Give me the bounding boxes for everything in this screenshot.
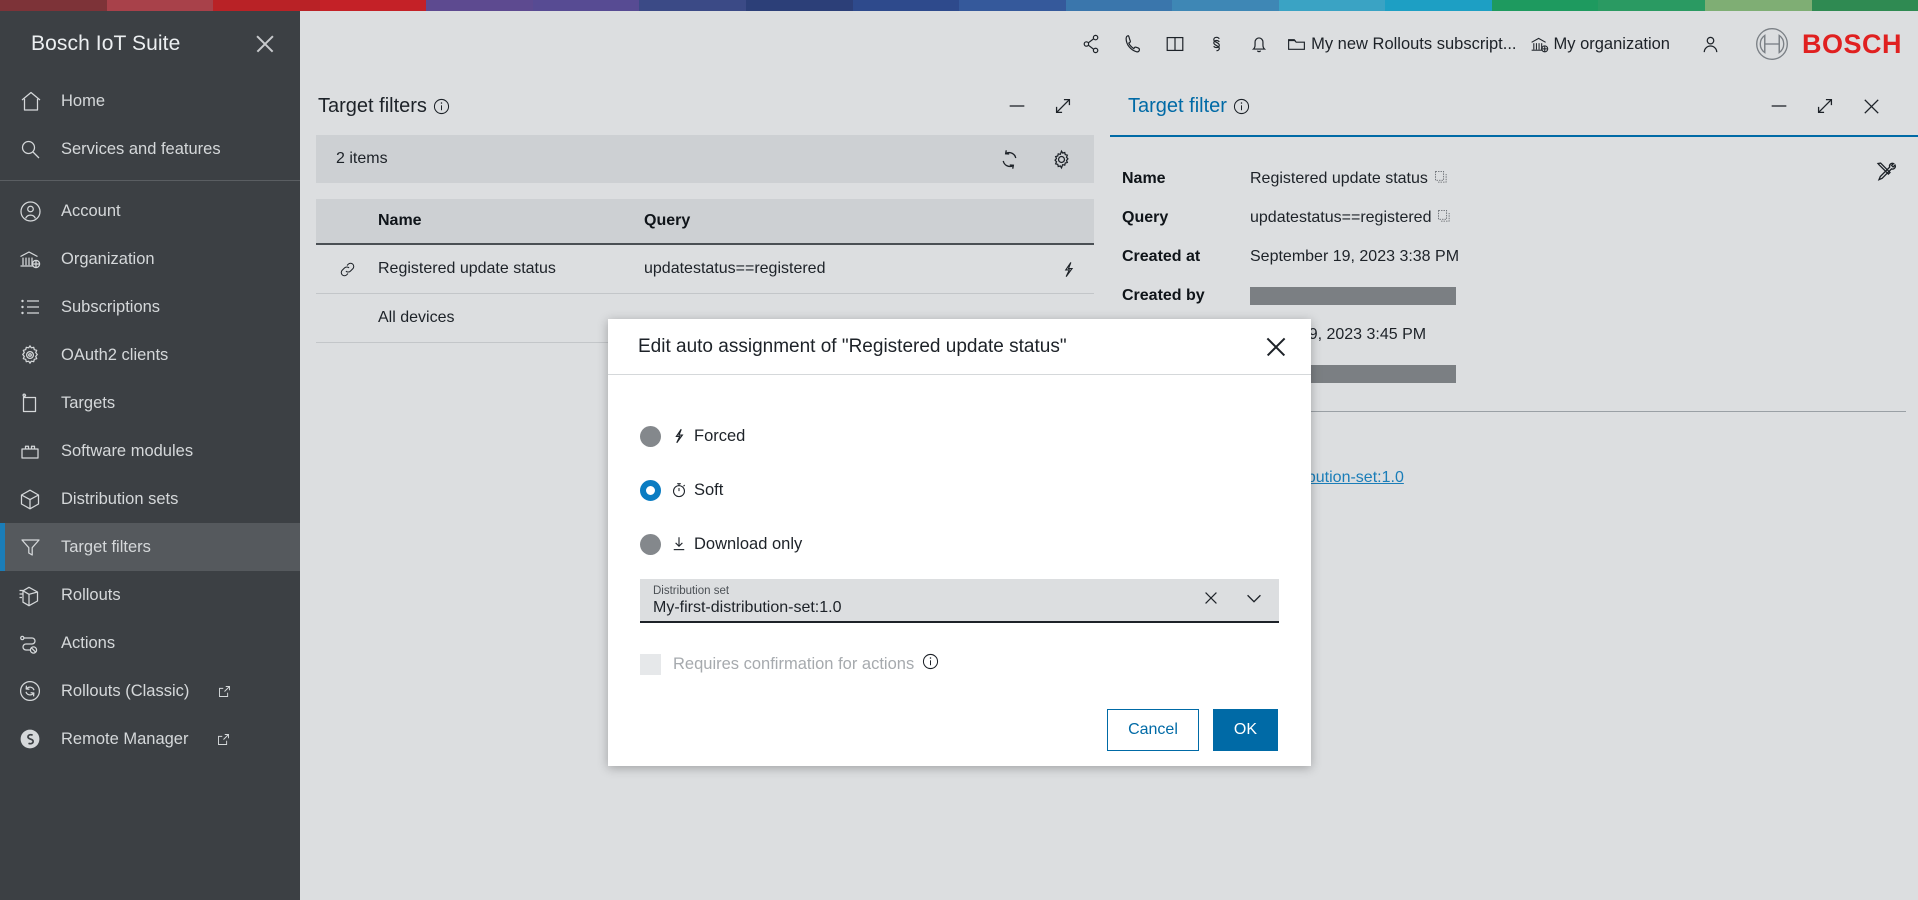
- dialog-footer: Cancel OK: [640, 709, 1279, 751]
- assignment-type-radio-group: Forced Soft Download only: [640, 409, 1279, 571]
- app-root: Bosch IoT Suite HomeServices and feature…: [0, 0, 1918, 900]
- radio-label: Forced: [694, 427, 745, 446]
- radio-button[interactable]: [640, 534, 661, 555]
- distribution-set-texts: Distribution set My-first-distribution-s…: [653, 584, 1201, 617]
- radio-option-soft[interactable]: Soft: [640, 463, 1279, 517]
- requires-confirmation-row[interactable]: Requires confirmation for actions: [640, 653, 1279, 675]
- ok-button[interactable]: OK: [1213, 709, 1278, 751]
- clear-icon[interactable]: [1201, 588, 1221, 613]
- radio-label-group: Soft: [670, 481, 723, 500]
- download-icon: [670, 535, 688, 553]
- dialog-title: Edit auto assignment of "Registered upda…: [638, 336, 1067, 358]
- radio-label-group: Forced: [670, 427, 745, 446]
- close-icon[interactable]: [1263, 334, 1289, 360]
- radio-label-group: Download only: [670, 535, 802, 554]
- distribution-set-value: My-first-distribution-set:1.0: [653, 598, 1201, 617]
- radio-option-download-only[interactable]: Download only: [640, 517, 1279, 571]
- dialog-header: Edit auto assignment of "Registered upda…: [608, 319, 1311, 375]
- edit-auto-assignment-dialog: Edit auto assignment of "Registered upda…: [608, 319, 1311, 766]
- stopwatch-icon: [670, 481, 688, 499]
- radio-option-forced[interactable]: Forced: [640, 409, 1279, 463]
- chevron-down-icon[interactable]: [1243, 587, 1265, 614]
- modal-overlay: Edit auto assignment of "Registered upda…: [0, 0, 1918, 900]
- radio-label: Download only: [694, 535, 802, 554]
- distribution-set-label: Distribution set: [653, 584, 1201, 598]
- distribution-set-actions: [1201, 587, 1265, 614]
- info-icon[interactable]: [922, 653, 939, 675]
- requires-confirmation-checkbox[interactable]: [640, 654, 661, 675]
- radio-label: Soft: [694, 481, 723, 500]
- radio-button[interactable]: [640, 426, 661, 447]
- requires-confirmation-label-group: Requires confirmation for actions: [673, 653, 939, 675]
- radio-button[interactable]: [640, 480, 661, 501]
- bolt-icon: [670, 427, 688, 445]
- distribution-set-select[interactable]: Distribution set My-first-distribution-s…: [640, 579, 1279, 623]
- dialog-body: Forced Soft Download only Distribution set…: [608, 375, 1311, 751]
- requires-confirmation-label: Requires confirmation for actions: [673, 655, 914, 674]
- cancel-button[interactable]: Cancel: [1107, 709, 1199, 751]
